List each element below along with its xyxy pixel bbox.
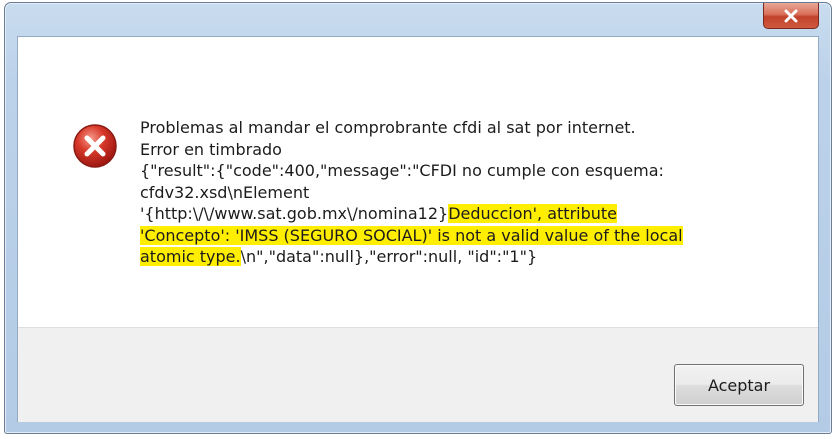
dialog-footer: Aceptar — [18, 327, 818, 422]
message-line-1: Problemas al mandar el comprobrante cfdi… — [140, 118, 636, 137]
close-icon — [783, 9, 799, 23]
dialog-client-area: Problemas al mandar el comprobrante cfdi… — [17, 36, 819, 422]
dialog-content: Problemas al mandar el comprobrante cfdi… — [18, 37, 818, 327]
message-line-5-highlight: Deduccion', attribute — [448, 204, 618, 223]
close-button[interactable] — [763, 3, 819, 29]
message-line-7-plain: \n","data":null},"error":null, "id":"1"} — [240, 247, 538, 266]
message-line-4: cfdv32.xsd\nElement — [140, 182, 310, 202]
accept-button[interactable]: Aceptar — [674, 364, 804, 406]
error-icon — [72, 123, 118, 169]
message-line-5-plain: '{http:\/\/www.sat.gob.mx\/nomina12} — [140, 204, 449, 223]
message-line-2: Error en timbrado — [140, 139, 282, 159]
message-line-3: {"result":{"code":400,"message":"CFDI no… — [140, 161, 664, 180]
error-dialog-window: Problemas al mandar el comprobrante cfdi… — [4, 2, 832, 434]
error-message: Problemas al mandar el comprobrante cfdi… — [140, 117, 800, 268]
message-line-7-highlight: atomic type. — [140, 247, 241, 266]
message-line-6-highlight: 'Concepto': 'IMSS (SEGURO SOCIAL)' is no… — [140, 225, 683, 245]
